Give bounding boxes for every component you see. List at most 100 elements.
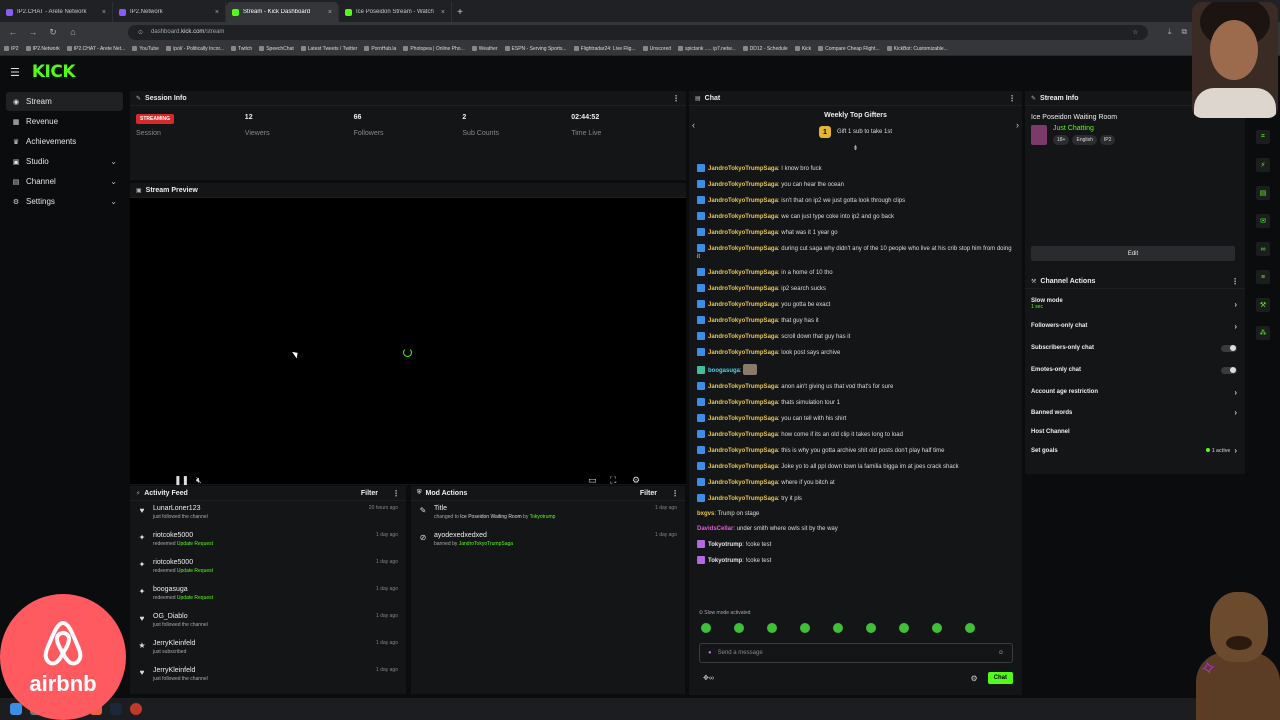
pinned-toggle-icon[interactable]: ⇟ [689, 144, 1022, 152]
activity-username[interactable]: LunarLoner123 [153, 505, 362, 512]
chat-username[interactable]: JandroTokyoTrumpSaga [708, 480, 778, 486]
browser-tab[interactable]: Stream - Kick Dashboard × [226, 2, 339, 22]
activity-username[interactable]: riotcoke5000 [153, 559, 369, 566]
back-icon[interactable]: ← [8, 27, 18, 37]
windows-start-icon[interactable] [10, 703, 22, 715]
bookmark-item[interactable]: PornHub.la [364, 46, 396, 52]
kick-logo[interactable]: KICK [32, 62, 76, 82]
bookmark-item[interactable]: Flightradar24: Live Flig... [573, 46, 636, 52]
chat-username[interactable]: JandroTokyoTrumpSaga [708, 384, 778, 390]
close-tab-icon[interactable]: × [102, 9, 106, 16]
crop-icon[interactable]: ⌗ [1256, 130, 1270, 144]
moderator-name[interactable]: Tokyotrump [530, 514, 556, 520]
activity-username[interactable]: riotcoke5000 [153, 532, 369, 539]
chevron-right-icon[interactable]: › [1016, 120, 1019, 130]
new-tab-button[interactable]: + [452, 2, 468, 22]
sidebar-item-channel[interactable]: ▤ Channel ⌄ [6, 172, 123, 191]
bookmark-star-icon[interactable]: ☆ [1133, 29, 1138, 36]
menu-icon[interactable]: ☰ [10, 66, 20, 79]
obs-icon[interactable] [130, 703, 142, 715]
bookmark-item[interactable]: SpeechChat [259, 46, 294, 52]
pip-icon[interactable]: ▭ [588, 475, 597, 486]
forward-icon[interactable]: → [28, 27, 38, 37]
chat-username[interactable]: JandroTokyoTrumpSaga [708, 198, 778, 204]
mute-icon[interactable]: 🔇︎ [196, 475, 202, 486]
chat-username[interactable]: JandroTokyoTrumpSaga [708, 166, 778, 172]
download-icon[interactable]: ⤓ [1168, 27, 1172, 37]
channel-action-slow-mode[interactable]: Slow mode 1 sec › [1025, 293, 1245, 315]
chat-username[interactable]: JandroTokyoTrumpSaga [708, 496, 778, 502]
chat-username[interactable]: Tokyotrump [708, 542, 742, 548]
channel-action-emotes-only-chat[interactable]: Emotes-only chat [1025, 359, 1245, 381]
channel-actions-more-icon[interactable]: ⋮ [1231, 277, 1239, 286]
emote-icon[interactable] [932, 623, 942, 633]
browser-tab[interactable]: IP2.Network × [113, 2, 226, 22]
home-icon[interactable]: ⌂ [68, 27, 78, 37]
chat-username[interactable]: JandroTokyoTrumpSaga [708, 214, 778, 220]
bookmark-item[interactable]: YouTube [132, 46, 159, 52]
stream-tag[interactable]: IP2 [1099, 135, 1116, 145]
bolt-icon[interactable]: ⚡ [1256, 158, 1270, 172]
reload-icon[interactable]: ↻ [48, 27, 58, 38]
chat-username[interactable]: boogasuga [708, 368, 740, 374]
activity-filter-button[interactable]: Filter [361, 490, 378, 497]
bookmark-item[interactable]: Latest Tweets / Twitter [300, 46, 357, 52]
chat-username[interactable]: JandroTokyoTrumpSaga [708, 432, 778, 438]
emoji-picker-icon[interactable]: ☺ [998, 650, 1004, 656]
player-settings-icon[interactable]: ⚙ [632, 475, 640, 486]
activity-username[interactable]: OG_Diablo [153, 613, 369, 620]
gift-prompt[interactable]: 1 Gift 1 sub to take 1st [689, 126, 1022, 138]
edit-stream-button[interactable]: Edit [1031, 246, 1235, 261]
emote-icon[interactable] [833, 623, 843, 633]
list-icon[interactable]: ≡ [1256, 270, 1270, 284]
bookmark-item[interactable]: Weather [471, 46, 498, 52]
bookmark-item[interactable]: IP2.Network [25, 46, 60, 52]
chat-username[interactable]: JandroTokyoTrumpSaga [708, 464, 778, 470]
emote-icon[interactable] [767, 623, 777, 633]
channel-action-banned-words[interactable]: Banned words › [1025, 403, 1245, 422]
group-icon[interactable]: ⁂ [1256, 326, 1270, 340]
chat-username[interactable]: JandroTokyoTrumpSaga [708, 350, 778, 356]
message-icon[interactable]: ✉ [1256, 214, 1270, 228]
emote-icon[interactable] [701, 623, 711, 633]
extensions-icon[interactable]: ⧉ [1182, 27, 1188, 37]
bookmark-item[interactable]: Compare Cheap Flight... [818, 46, 880, 52]
chat-username[interactable]: JandroTokyoTrumpSaga [708, 448, 778, 454]
bookmark-item[interactable]: Twitch [231, 46, 252, 52]
bookmark-item[interactable]: KickBot: Customizable... [886, 46, 948, 52]
toggle-switch[interactable] [1221, 366, 1237, 374]
bookmark-item[interactable]: Unscored [642, 46, 671, 52]
chat-username[interactable]: JandroTokyoTrumpSaga [708, 182, 778, 188]
bookmark-item[interactable]: Photopea | Online Pho... [403, 46, 465, 52]
url-field[interactable]: ⊙ dashboard.kick.com/stream ☆ [128, 24, 1148, 40]
sidebar-item-studio[interactable]: ▣ Studio ⌄ [6, 152, 123, 171]
mod-more-icon[interactable]: ⋮ [671, 489, 679, 498]
sidebar-item-revenue[interactable]: ▦ Revenue [6, 112, 123, 131]
pause-icon[interactable]: ❚❚ [174, 475, 189, 486]
stream-tag[interactable]: 18+ [1053, 135, 1070, 145]
bookmark-item[interactable]: /pol/ - Politically Incor... [165, 46, 224, 52]
clipboard-icon[interactable]: ▤ [1256, 186, 1270, 200]
fullscreen-icon[interactable]: ⛶ [610, 475, 616, 486]
channel-action-set-goals[interactable]: Set goals 1 active › [1025, 441, 1245, 460]
channel-action-host-channel[interactable]: Host Channel [1025, 422, 1245, 441]
chevron-left-icon[interactable]: ‹ [692, 120, 695, 130]
channel-action-account-age-restriction[interactable]: Account age restriction › [1025, 381, 1245, 403]
chat-username[interactable]: JandroTokyoTrumpSaga [708, 302, 778, 308]
video-player[interactable]: ❚❚ 🔇︎ ▭ ⛶ ⚙ [130, 198, 686, 486]
sidebar-item-stream[interactable]: ◉ Stream [6, 92, 123, 111]
chat-username[interactable]: Tokyotrump [708, 558, 742, 564]
link-icon[interactable]: ∞ [1256, 242, 1270, 256]
channel-action-followers-only-chat[interactable]: Followers-only chat › [1025, 315, 1245, 337]
bookmark-item[interactable]: Kick [794, 46, 811, 52]
mod-filter-button[interactable]: Filter [640, 490, 657, 497]
sidebar-item-settings[interactable]: ⚙ Settings ⌄ [6, 192, 123, 211]
close-tab-icon[interactable]: × [441, 9, 445, 16]
toggle-switch[interactable] [1221, 344, 1237, 352]
tool-icon[interactable]: ⚒ [1256, 298, 1270, 312]
emote-icon[interactable] [965, 623, 975, 633]
activity-username[interactable]: JerryKleinfeld [153, 667, 369, 674]
chat-username[interactable]: bxgvs [697, 511, 714, 517]
sidebar-item-achievements[interactable]: ♛ Achievements [6, 132, 123, 151]
emote-icon[interactable] [800, 623, 810, 633]
